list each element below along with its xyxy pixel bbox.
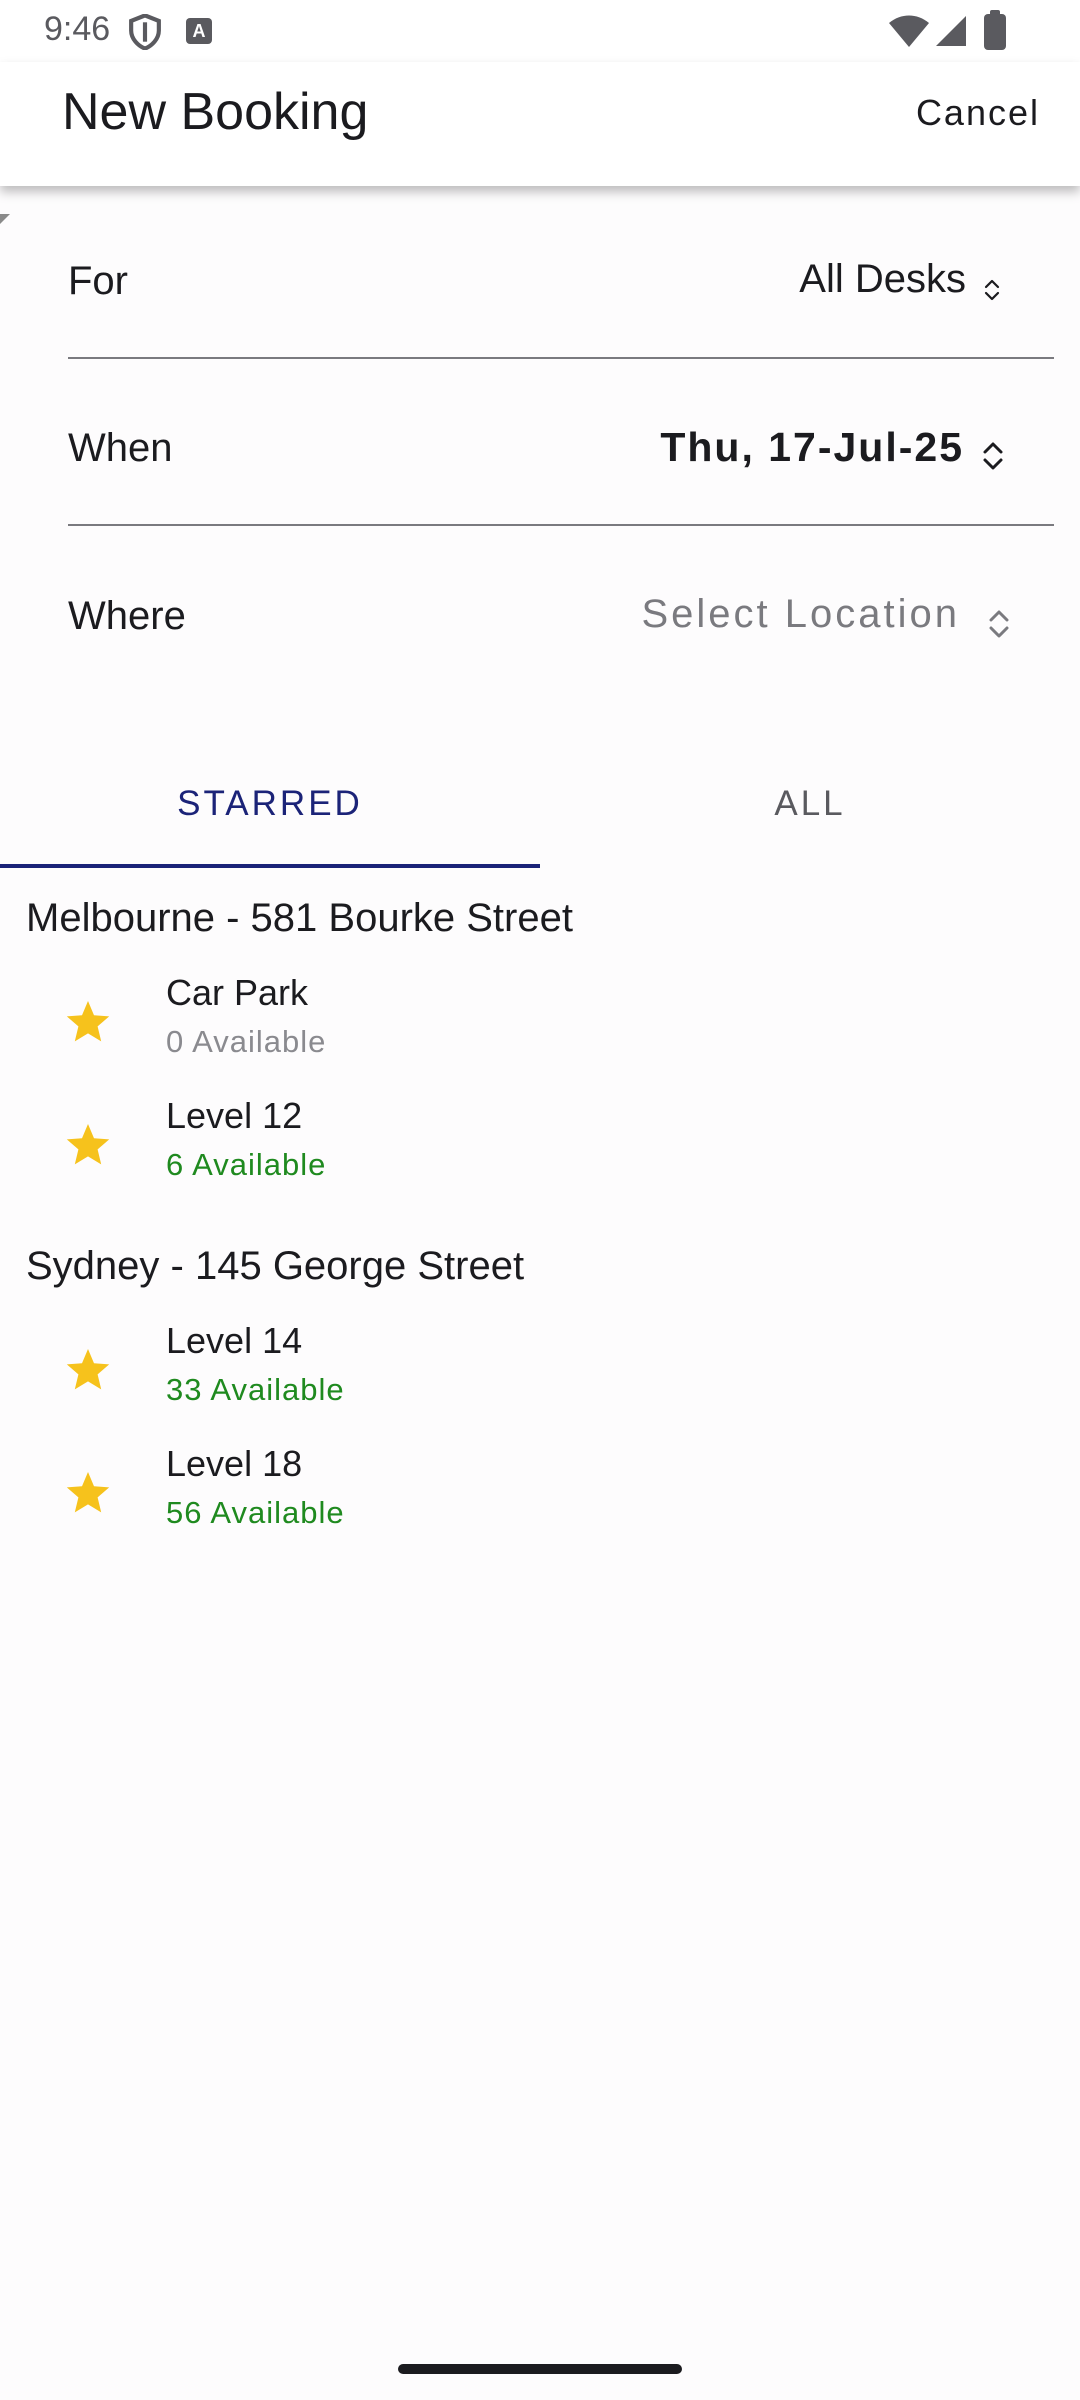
status-time: 9:46 bbox=[44, 10, 111, 48]
star-icon[interactable] bbox=[64, 1469, 112, 1517]
list-item[interactable]: Level 18 56 Available bbox=[0, 1443, 1080, 1565]
signal-icon bbox=[936, 16, 966, 46]
when-value: Thu, 17-Jul-25 bbox=[660, 424, 964, 470]
item-availability: 33 Available bbox=[166, 1372, 345, 1407]
page-title: New Booking bbox=[62, 83, 369, 141]
corner-mark bbox=[0, 214, 10, 224]
battery-icon bbox=[984, 10, 1006, 50]
wifi-icon bbox=[889, 15, 929, 47]
where-value: Select Location bbox=[641, 592, 960, 636]
tab-bar: STARRED ALL bbox=[0, 740, 1080, 868]
star-icon[interactable] bbox=[64, 1121, 112, 1169]
shield-icon bbox=[129, 14, 161, 50]
list-item[interactable]: Level 12 6 Available bbox=[0, 1095, 1080, 1217]
item-availability: 6 Available bbox=[166, 1147, 327, 1182]
where-row[interactable]: Where Select Location bbox=[68, 526, 1054, 694]
app-bar: New Booking Cancel bbox=[0, 62, 1080, 186]
list-item[interactable]: Level 14 33 Available bbox=[0, 1320, 1080, 1442]
group-title-melbourne: Melbourne - 581 Bourke Street bbox=[26, 896, 573, 940]
tab-starred[interactable]: STARRED bbox=[0, 740, 540, 868]
tab-all[interactable]: ALL bbox=[540, 740, 1080, 868]
item-availability: 56 Available bbox=[166, 1495, 345, 1530]
item-name: Car Park bbox=[166, 972, 309, 1013]
where-label: Where bbox=[68, 594, 186, 638]
chevron-updown-icon bbox=[989, 610, 1009, 638]
list-item[interactable]: Car Park 0 Available bbox=[0, 972, 1080, 1094]
star-icon[interactable] bbox=[64, 998, 112, 1046]
home-indicator[interactable] bbox=[398, 2364, 682, 2374]
cancel-button[interactable]: Cancel bbox=[916, 92, 1040, 134]
tab-indicator bbox=[0, 864, 540, 868]
for-row[interactable]: For All Desks bbox=[68, 191, 1054, 359]
when-label: When bbox=[68, 426, 173, 470]
when-row[interactable]: When Thu, 17-Jul-25 bbox=[68, 358, 1054, 526]
keyboard-a-icon: A bbox=[186, 18, 212, 44]
item-name: Level 14 bbox=[166, 1320, 303, 1361]
chevron-updown-icon bbox=[984, 279, 1000, 301]
star-icon[interactable] bbox=[64, 1346, 112, 1394]
for-value: All Desks bbox=[799, 257, 966, 301]
for-label: For bbox=[68, 259, 128, 303]
chevron-updown-icon bbox=[983, 442, 1003, 470]
item-availability: 0 Available bbox=[166, 1024, 327, 1059]
item-name: Level 12 bbox=[166, 1095, 303, 1136]
group-title-sydney: Sydney - 145 George Street bbox=[26, 1244, 525, 1288]
status-bar: 9:46 A bbox=[0, 0, 1080, 62]
item-name: Level 18 bbox=[166, 1443, 303, 1484]
